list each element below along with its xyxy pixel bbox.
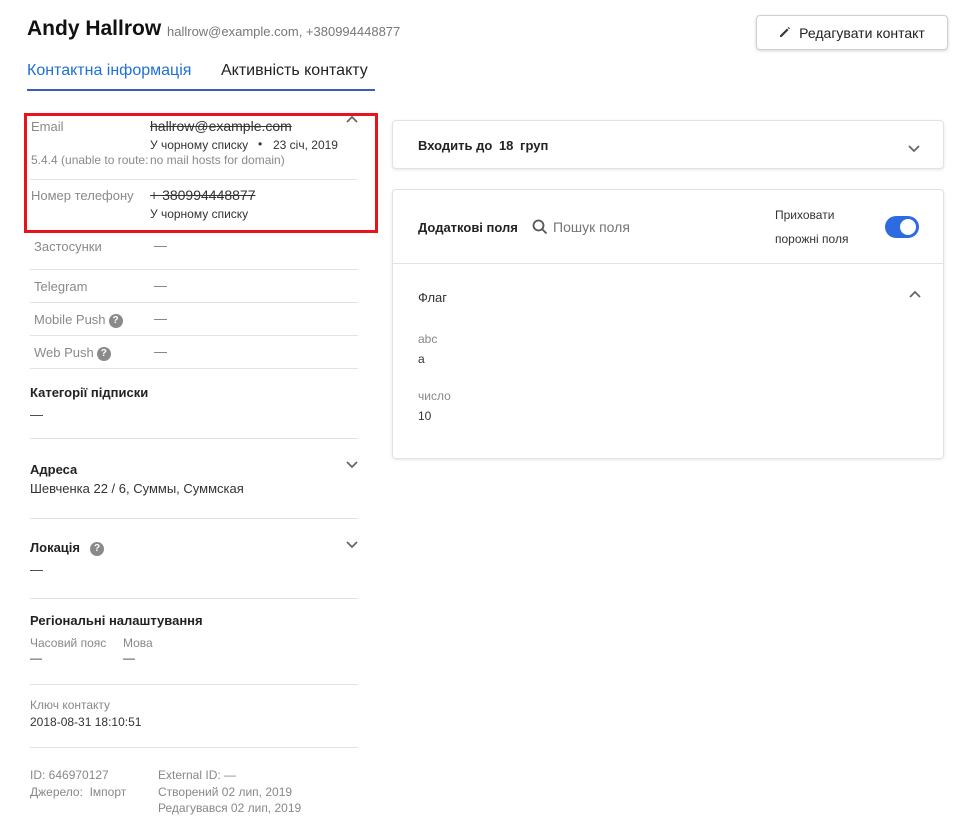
divider (30, 269, 358, 270)
groups-card[interactable]: Входить до 18 груп (392, 120, 944, 169)
address-title: Адреса (30, 462, 78, 477)
apps-value: — (154, 238, 167, 253)
groups-count: 18 (498, 138, 514, 153)
divider (30, 179, 357, 180)
regional-title: Регіональні налаштування (30, 613, 203, 628)
telegram-value: — (154, 278, 167, 293)
divider (30, 302, 358, 303)
chevron-down-icon[interactable] (345, 457, 359, 476)
contact-source: Джерело: Імпорт (30, 785, 127, 799)
field-search-input[interactable] (553, 216, 753, 238)
web-push-value: — (154, 344, 167, 359)
help-icon[interactable]: ? (108, 313, 123, 328)
tab-contact-info[interactable]: Контактна інформація (27, 62, 191, 80)
search-icon (532, 219, 548, 240)
email-error-prefix: 5.4.4 (unable to route: (31, 153, 149, 167)
edit-contact-label: Редагувати контакт (799, 24, 925, 41)
timezone-label: Часовий пояс (30, 636, 107, 650)
divider (30, 518, 358, 519)
divider (30, 684, 358, 685)
web-push-label-text: Web Push (34, 345, 94, 360)
email-value: hallrow@example.com (150, 118, 292, 134)
language-value: — (123, 651, 135, 665)
chevron-down-icon[interactable] (907, 141, 921, 160)
groups-summary: Входить до 18 груп (418, 138, 548, 153)
field-label: abc (418, 332, 438, 346)
groups-suffix: груп (520, 138, 549, 153)
edit-contact-button[interactable]: Редагувати контакт (756, 15, 948, 50)
field-value: a (418, 352, 425, 366)
extra-fields-title: Додаткові поля (418, 220, 518, 235)
web-push-label: Web Push? (34, 345, 111, 361)
hide-empty-label-line2: порожні поля (775, 232, 849, 246)
chevron-up-icon[interactable] (345, 113, 359, 132)
external-id: External ID: — (158, 768, 237, 782)
help-icon[interactable]: ? (96, 346, 111, 361)
address-value: Шевченка 22 / 6, Суммы, Суммская (30, 481, 244, 496)
phone-status: У чорному списку (150, 207, 249, 221)
mobile-push-value: — (154, 311, 167, 326)
field-value: 10 (418, 409, 432, 423)
location-title: Локація? (30, 540, 104, 556)
subscriptions-title: Категорії підписки (30, 385, 149, 400)
field-label: число (418, 389, 451, 403)
email-status-date: 23 січ, 2019 (273, 138, 338, 152)
divider (30, 368, 358, 369)
mobile-push-label-text: Mobile Push (34, 312, 106, 327)
divider (30, 335, 358, 336)
telegram-label: Telegram (34, 279, 88, 294)
contact-key-value: 2018-08-31 18:10:51 (30, 715, 142, 729)
divider (30, 438, 358, 439)
pencil-icon (779, 25, 791, 41)
contact-name: Andy Hallrow (27, 17, 162, 40)
chevron-up-icon[interactable] (908, 288, 922, 307)
contact-id: ID: 646970127 (30, 768, 109, 782)
email-status: У чорному списку (150, 138, 249, 152)
hide-empty-toggle[interactable] (885, 216, 919, 238)
tabs-underline (27, 89, 375, 91)
timezone-value: — (30, 651, 42, 665)
flag-section-title: Флаг (418, 290, 448, 305)
email-label: Email (31, 119, 64, 134)
divider (30, 747, 358, 748)
contact-subtitle: hallrow@example.com, +380994448877 (167, 24, 401, 39)
email-error-suffix: no mail hosts for domain) (150, 153, 285, 167)
edited-date: Редагувався 02 лип, 2019 (158, 801, 302, 815)
tab-contact-activity[interactable]: Активність контакту (221, 62, 368, 80)
mobile-push-label: Mobile Push? (34, 312, 123, 328)
groups-prefix: Входить до (418, 138, 493, 153)
extra-fields-card: Додаткові поля Приховати порожні поля Фл… (392, 189, 944, 459)
chevron-down-icon[interactable] (345, 537, 359, 556)
phone-label: Номер телефону (31, 188, 134, 203)
location-title-text: Локація (30, 540, 80, 555)
contact-key-label: Ключ контакту (30, 698, 111, 712)
divider (393, 263, 943, 264)
location-value: — (30, 562, 43, 577)
language-label: Мова (123, 636, 153, 650)
help-icon[interactable]: ? (90, 541, 104, 556)
phone-value: + 380994448877 (150, 187, 256, 203)
created-date: Створений 02 лип, 2019 (158, 785, 293, 799)
subscriptions-value: — (30, 407, 43, 422)
email-status-separator: • (258, 137, 263, 151)
divider (30, 598, 358, 599)
hide-empty-label-line1: Приховати (775, 208, 835, 222)
apps-label: Застосунки (34, 239, 102, 254)
